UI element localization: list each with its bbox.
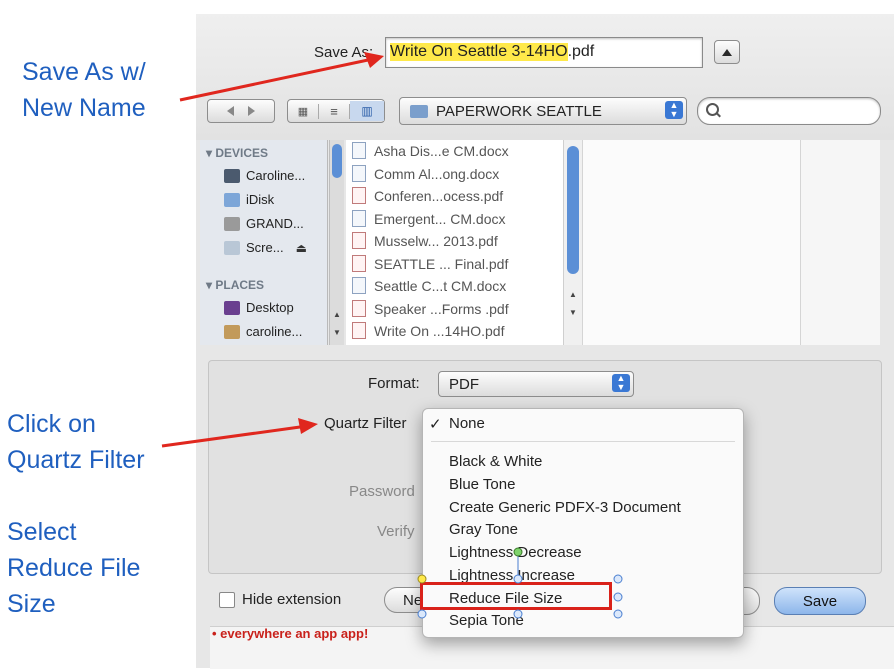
arrow-quartz-filter	[161, 425, 301, 448]
annotation-arrows	[161, 52, 384, 448]
arrow-save-as	[179, 58, 369, 102]
arrow-head	[298, 418, 318, 434]
arrow-head	[364, 52, 384, 68]
